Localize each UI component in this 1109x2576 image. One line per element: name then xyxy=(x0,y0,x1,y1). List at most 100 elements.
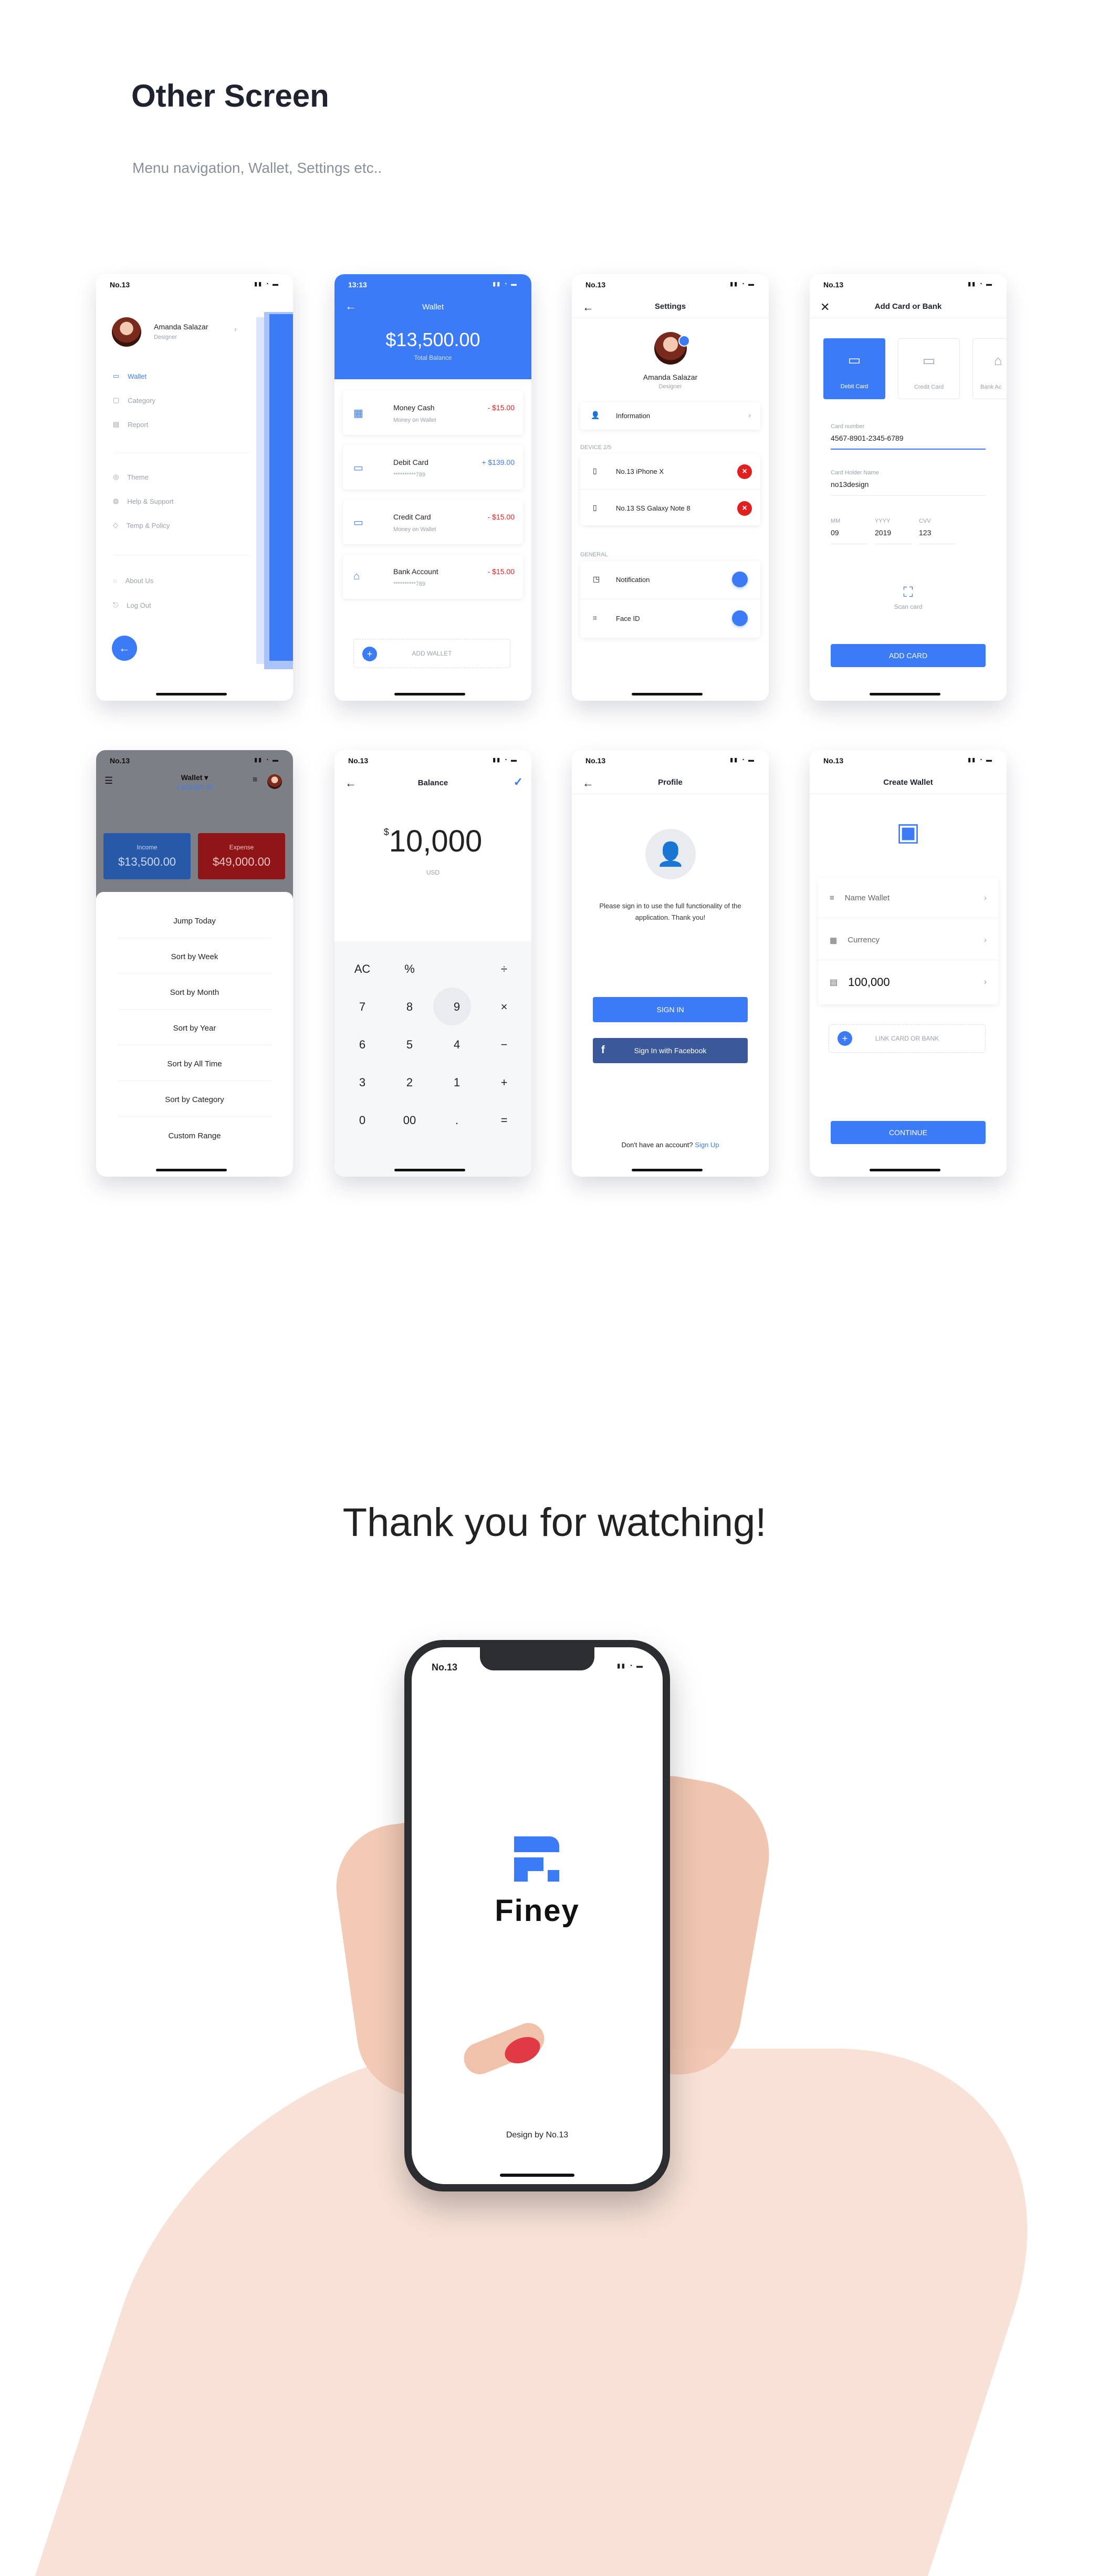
menu-item-wallet[interactable]: ▭ Wallet xyxy=(113,372,147,380)
mm-input[interactable]: 09 xyxy=(831,528,867,544)
keypad-key[interactable]: 5 xyxy=(391,1038,428,1052)
keypad-key[interactable]: 6 xyxy=(344,1038,381,1052)
user-placeholder-icon[interactable]: 👤 xyxy=(645,829,696,879)
facebook-sign-in-button[interactable]: f Sign In with Facebook xyxy=(593,1038,748,1063)
keypad-key[interactable]: 8 xyxy=(391,1000,428,1014)
add-card-button[interactable]: ADD CARD xyxy=(831,644,986,667)
notification-toggle[interactable] xyxy=(732,572,748,587)
keypad-key[interactable]: 1 xyxy=(438,1076,475,1089)
sort-option[interactable]: Jump Today xyxy=(117,905,272,938)
currency-field[interactable]: ▦ Currency › xyxy=(818,920,998,960)
sign-in-button[interactable]: SIGN IN xyxy=(593,997,748,1022)
home-indicator xyxy=(394,693,465,695)
keypad-key[interactable]: × xyxy=(486,1000,522,1014)
chevron-right-icon: › xyxy=(984,894,987,902)
continue-button[interactable]: CONTINUE xyxy=(831,1121,986,1144)
amount-field[interactable]: ▤ 100,000 › xyxy=(818,962,998,1002)
wallet-form: ≡ Name Wallet › ▦ Currency › ▤ 100,000 › xyxy=(818,878,998,1004)
wallet-account-row[interactable]: ▦ Money Cash Money on Wallet - $15.00 xyxy=(343,391,523,435)
menu-item-about[interactable]: ◌ About Us xyxy=(113,577,153,585)
wallet-account-row[interactable]: ⌂ Bank Account **********789 - $15.00 xyxy=(343,555,523,599)
keypad-key[interactable]: . xyxy=(438,1114,475,1127)
avatar[interactable] xyxy=(112,317,141,347)
yyyy-input[interactable]: 2019 xyxy=(875,528,912,544)
page-title: Other Screen xyxy=(131,78,329,113)
close-icon[interactable]: ✕ xyxy=(820,300,830,314)
phone-icon: ▯ xyxy=(593,503,597,512)
wallet-title: Wallet xyxy=(422,303,444,311)
information-row[interactable]: 👤 Information › xyxy=(580,402,760,430)
sort-option[interactable]: Sort by Week xyxy=(117,940,272,974)
chevron-right-icon[interactable]: › xyxy=(234,325,237,333)
sort-wallet-title[interactable]: Wallet ▾ xyxy=(96,773,293,782)
avatar[interactable] xyxy=(267,774,282,789)
keypad-key[interactable]: 0 xyxy=(344,1114,381,1127)
credit-card-icon: ▭ xyxy=(353,517,363,528)
menu-item-theme[interactable]: ◎ Theme xyxy=(113,473,149,481)
cvv-input[interactable]: 123 xyxy=(919,528,956,544)
wallet-icon: ▭ xyxy=(113,372,120,380)
menu-item-logout[interactable]: ⎋ Log Out xyxy=(113,601,151,609)
keypad-key[interactable]: AC xyxy=(344,962,381,976)
keypad-key[interactable]: % xyxy=(391,962,428,976)
sort-option[interactable]: Sort by All Time xyxy=(117,1047,272,1081)
tab-bank-account[interactable]: ⌂ Bank Ac xyxy=(972,338,1007,399)
keypad-key[interactable]: = xyxy=(486,1114,522,1127)
add-wallet-button[interactable]: + ADD WALLET xyxy=(353,639,510,668)
keypad-key[interactable]: 3 xyxy=(344,1076,381,1089)
card-holder-input[interactable]: no13design xyxy=(831,480,986,496)
keypad-key[interactable]: 4 xyxy=(438,1038,475,1052)
remove-device-button[interactable]: × xyxy=(737,464,752,479)
keypad-key[interactable]: 9 xyxy=(438,1000,475,1014)
tab-credit-card[interactable]: ▭ Credit Card xyxy=(898,338,960,399)
menu-item-category[interactable]: ▢ Category xyxy=(113,396,155,404)
scan-card-icon[interactable]: ⛶ xyxy=(810,584,1007,601)
remove-device-button[interactable]: × xyxy=(737,501,752,516)
home-indicator xyxy=(156,1169,227,1171)
balance-screen: No.13 ▮▮ ◔ ▬ ← Balance ✓ $10,000 USD AC% ÷ 7 8… xyxy=(334,750,531,1177)
filter-icon[interactable]: ≡ xyxy=(253,775,257,785)
create-wallet-title: Create Wallet xyxy=(883,778,933,787)
keypad-key[interactable]: + xyxy=(486,1076,522,1089)
close-menu-button[interactable]: ← xyxy=(112,636,137,661)
keypad-key[interactable]: − xyxy=(486,1038,522,1052)
profile-title: Profile xyxy=(658,778,683,787)
back-arrow-icon[interactable]: ← xyxy=(345,776,357,790)
sort-option[interactable]: Custom Range xyxy=(117,1119,272,1152)
back-arrow-icon[interactable]: ← xyxy=(582,300,594,314)
keypad-key[interactable]: 7 xyxy=(344,1000,381,1014)
menu-item-policy[interactable]: ◇ Temp & Policy xyxy=(113,521,170,529)
app-name: Finey xyxy=(495,1894,580,1928)
balance-display: $10,000 xyxy=(383,824,483,858)
menu-screen: No.13 ▮▮ ◔ ▬ Amanda Salazar Designer › ▭ W… xyxy=(96,274,293,701)
edit-avatar-icon[interactable] xyxy=(678,335,690,347)
sort-option[interactable]: Sort by Month xyxy=(117,976,272,1010)
check-icon[interactable]: ✓ xyxy=(514,775,523,789)
status-icons: ▮▮ ◔ ▬ xyxy=(254,281,279,287)
status-icons: ▮▮ ◔ ▬ xyxy=(493,757,518,763)
add-card-title: Add Card or Bank xyxy=(874,302,942,311)
status-time: 13:13 xyxy=(348,281,367,289)
keypad-key[interactable]: ÷ xyxy=(486,962,522,976)
sort-option[interactable]: Sort by Category xyxy=(117,1083,272,1117)
menu-item-report[interactable]: ▤ Report xyxy=(113,420,148,429)
card-number-input[interactable]: 4567-8901-2345-6789 xyxy=(831,434,986,450)
screen-preview-front[interactable] xyxy=(269,314,293,661)
home-indicator xyxy=(632,693,703,695)
tab-debit-card[interactable]: ▭ Debit Card xyxy=(823,338,885,399)
income-card: Income $13,500.00 xyxy=(103,833,191,879)
face-id-toggle[interactable] xyxy=(732,610,748,626)
status-brand: No.13 xyxy=(585,756,606,765)
sort-option[interactable]: Sort by Year xyxy=(117,1012,272,1045)
keypad-key[interactable]: 00 xyxy=(391,1114,428,1127)
wallet-account-row[interactable]: ▭ Credit Card Money on Wallet - $15.00 xyxy=(343,500,523,544)
back-arrow-icon[interactable]: ← xyxy=(582,776,594,790)
menu-item-help[interactable]: ◍ Help & Support xyxy=(113,497,174,505)
home-indicator xyxy=(394,1169,465,1171)
name-wallet-field[interactable]: ≡ Name Wallet › xyxy=(818,878,998,918)
wallet-account-row[interactable]: ▭ Debit Card **********789 + $139.00 xyxy=(343,445,523,490)
card-icon: ▭ xyxy=(922,352,936,368)
keypad-key[interactable]: 2 xyxy=(391,1076,428,1089)
sign-up-link[interactable]: Sign Up xyxy=(695,1141,719,1149)
link-card-button[interactable]: + LINK CARD OR BANK xyxy=(829,1024,986,1053)
